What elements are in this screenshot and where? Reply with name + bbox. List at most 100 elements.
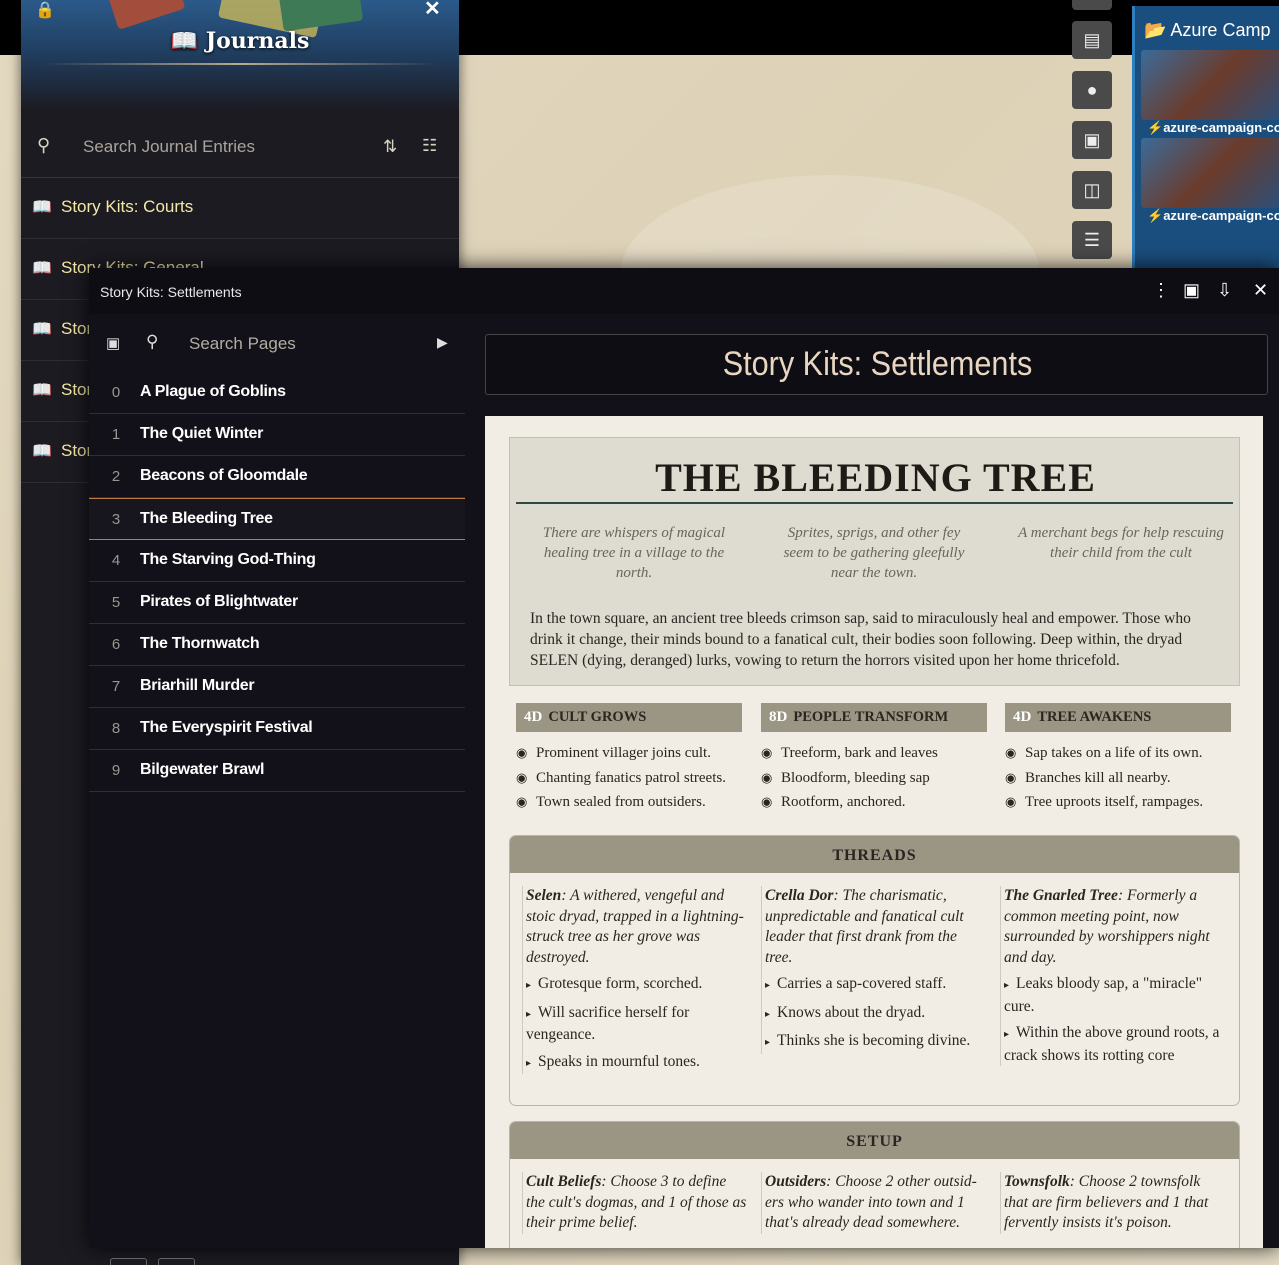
section-header: SETUP: [510, 1122, 1239, 1159]
compendium-item-label[interactable]: ⚡azure-campaign-co: [1147, 208, 1279, 224]
journal-search-input[interactable]: [83, 133, 363, 161]
page-list-item[interactable]: 1 The Quiet Winter: [89, 414, 465, 456]
next-page-button[interactable]: ›: [158, 1258, 195, 1265]
page-search-row: ▣ ⚲ ▶: [89, 314, 465, 372]
close-icon[interactable]: ✕: [424, 0, 441, 21]
document-title: THE BLEEDING TREE: [655, 455, 1096, 500]
search-icon: ⚲: [37, 135, 51, 155]
close-icon[interactable]: ✕: [1253, 280, 1268, 301]
page-name: The Everyspirit Festival: [140, 719, 313, 736]
clock-item: ◉ Bloodform, bleeding sap: [761, 766, 938, 791]
page-number: 1: [111, 426, 121, 443]
hook-text: Sprites, sprigs, and other fey seem to b…: [783, 525, 965, 581]
page-number: 8: [111, 720, 121, 737]
book-icon: 📖: [32, 443, 52, 460]
hook-text: There are whispers of magical healing tr…: [542, 525, 726, 581]
page-name: Pirates of Blightwater: [140, 593, 298, 610]
triangle-bullet-icon: ▸: [765, 1037, 771, 1048]
compendium-title: 📂 Azure Camp: [1144, 20, 1271, 40]
previous-page-button[interactable]: ‹: [110, 1258, 147, 1265]
page-number: 4: [111, 552, 121, 569]
page-list-item[interactable]: 0 A Plague of Goblins: [89, 372, 465, 414]
kebab-menu-icon[interactable]: ⋮: [1152, 280, 1170, 301]
compendium-item-thumbnail[interactable]: [1141, 138, 1279, 208]
page-name: Beacons of Gloomdale: [140, 467, 308, 484]
compendium-item-thumbnail[interactable]: [1141, 50, 1279, 120]
share-image-icon[interactable]: ▣: [1183, 280, 1200, 301]
bullet-icon: ◉: [1005, 794, 1017, 809]
tool-icon-top[interactable]: [1072, 0, 1112, 10]
bullet-icon: ◉: [761, 745, 773, 760]
page-list-item[interactable]: 8 The Everyspirit Festival: [89, 708, 465, 750]
page-list-item[interactable]: 5 Pirates of Blightwater: [89, 582, 465, 624]
book-icon: 📖: [32, 321, 52, 338]
collapse-tree-icon[interactable]: ☷: [422, 136, 437, 156]
page-number: 6: [111, 636, 121, 653]
journal-entry[interactable]: 📖 Story Kits: Courts: [21, 178, 459, 239]
page-number: 9: [111, 762, 121, 779]
page-name: Briarhill Murder: [140, 677, 255, 694]
book-icon: 📖: [32, 199, 52, 216]
page-number: 3: [111, 511, 121, 528]
clock-item: ◉ Sap takes on a life of its own.: [1005, 741, 1203, 766]
journals-title: 📖 Journals: [170, 28, 310, 54]
download-icon[interactable]: ⇩: [1217, 280, 1232, 301]
search-icon: ⚲: [146, 332, 159, 351]
divider: [43, 63, 437, 65]
page-name: Bilgewater Brawl: [140, 761, 265, 778]
thread-column: The Gnarled Tree: Formerly a common meet…: [1000, 886, 1226, 1066]
pages-sidebar: ▣ ⚲ ▶ 0 A Plague of Goblins 1 The Quiet Win…: [89, 314, 465, 1265]
suitcase-icon[interactable]: ▣: [1072, 121, 1112, 159]
intro-paragraph: In the town square, an ancient tree blee…: [530, 610, 1191, 669]
page-title-box: Story Kits: Settlements: [485, 334, 1268, 395]
thread-column: Crella Dor: The charismatic, unpredictab…: [761, 886, 987, 1054]
page-list-item[interactable]: 7 Briarhill Murder: [89, 666, 465, 708]
page-search-input[interactable]: [189, 331, 409, 357]
page-number: 5: [111, 594, 121, 611]
setup-column: Cult Beliefs: Choose 3 to define the cul…: [522, 1172, 748, 1234]
clock-item: ◉ Town sealed from outsiders.: [516, 790, 726, 815]
page-list-item[interactable]: 2 Beacons of Gloomdale: [89, 456, 465, 498]
expand-arrow-icon[interactable]: ▶: [437, 334, 448, 351]
page-list-item[interactable]: 4 The Starving God-Thing: [89, 540, 465, 582]
list-icon[interactable]: ☰: [1072, 221, 1112, 259]
section-header: THREADS: [510, 836, 1239, 873]
journal-entry-label: Stor: [61, 319, 93, 338]
thread-column: Selen: A withered, vengeful and stoic dr…: [522, 886, 748, 1074]
bullet-icon: ◉: [516, 794, 528, 809]
book-open-icon[interactable]: ◫: [1072, 171, 1112, 209]
clock-header: 4D TREE AWAKENS: [1005, 703, 1231, 732]
page-name: A Plague of Goblins: [140, 383, 286, 400]
page-list-item[interactable]: 9 Bilgewater Brawl: [89, 750, 465, 792]
triangle-bullet-icon: ▸: [526, 1008, 532, 1020]
triangle-bullet-icon: ▸: [526, 980, 532, 991]
page-content: Story Kits: Settlements THE BLEEDING TRE…: [465, 314, 1279, 1248]
intro-box: THE BLEEDING TREE There are whispers of …: [509, 437, 1240, 686]
setup-column: Outsiders: Choose 2 other outsid- ers wh…: [761, 1172, 987, 1234]
triangle-bullet-icon: ▸: [765, 1008, 771, 1020]
create-page-icon[interactable]: ▣: [106, 334, 120, 352]
page-list-item[interactable]: 6 The Thornwatch: [89, 624, 465, 666]
lock-icon[interactable]: 🔒: [35, 0, 55, 20]
window-header[interactable]: Story Kits: Settlements ⋮ ▣ ⇩ ✕: [89, 268, 1279, 314]
bullet-icon: ◉: [516, 745, 528, 760]
title-underline: [516, 502, 1233, 504]
triangle-bullet-icon: ▸: [1004, 1029, 1010, 1040]
sort-icon[interactable]: ⇅: [383, 137, 397, 157]
journal-header-banner: 🔒 ✕ 📖 Journals: [21, 0, 459, 110]
map-icon[interactable]: ▤: [1072, 21, 1112, 59]
page-name: The Bleeding Tree: [140, 510, 273, 527]
journal-entry-label: Story Kits: Courts: [61, 197, 194, 216]
clock-list: ◉ Prominent villager joins cult. ◉ Chantin…: [516, 741, 726, 815]
user-icon[interactable]: ●: [1072, 71, 1112, 109]
clock-item: ◉ Treeform, bark and leaves: [761, 741, 938, 766]
page-name: The Starving God-Thing: [140, 551, 316, 568]
page-list-item[interactable]: 3 The Bleeding Tree: [89, 498, 465, 540]
compendium-item-label[interactable]: ⚡azure-campaign-co: [1147, 120, 1279, 136]
book-icon: 📖: [32, 382, 52, 399]
triangle-bullet-icon: ▸: [526, 1057, 532, 1069]
journal-entry-label: Stor: [61, 380, 93, 399]
triangle-bullet-icon: ▸: [765, 980, 771, 991]
book-icon: 📖: [32, 260, 52, 277]
threads-section: THREADS Selen: A withered, vengeful and …: [509, 835, 1240, 1106]
